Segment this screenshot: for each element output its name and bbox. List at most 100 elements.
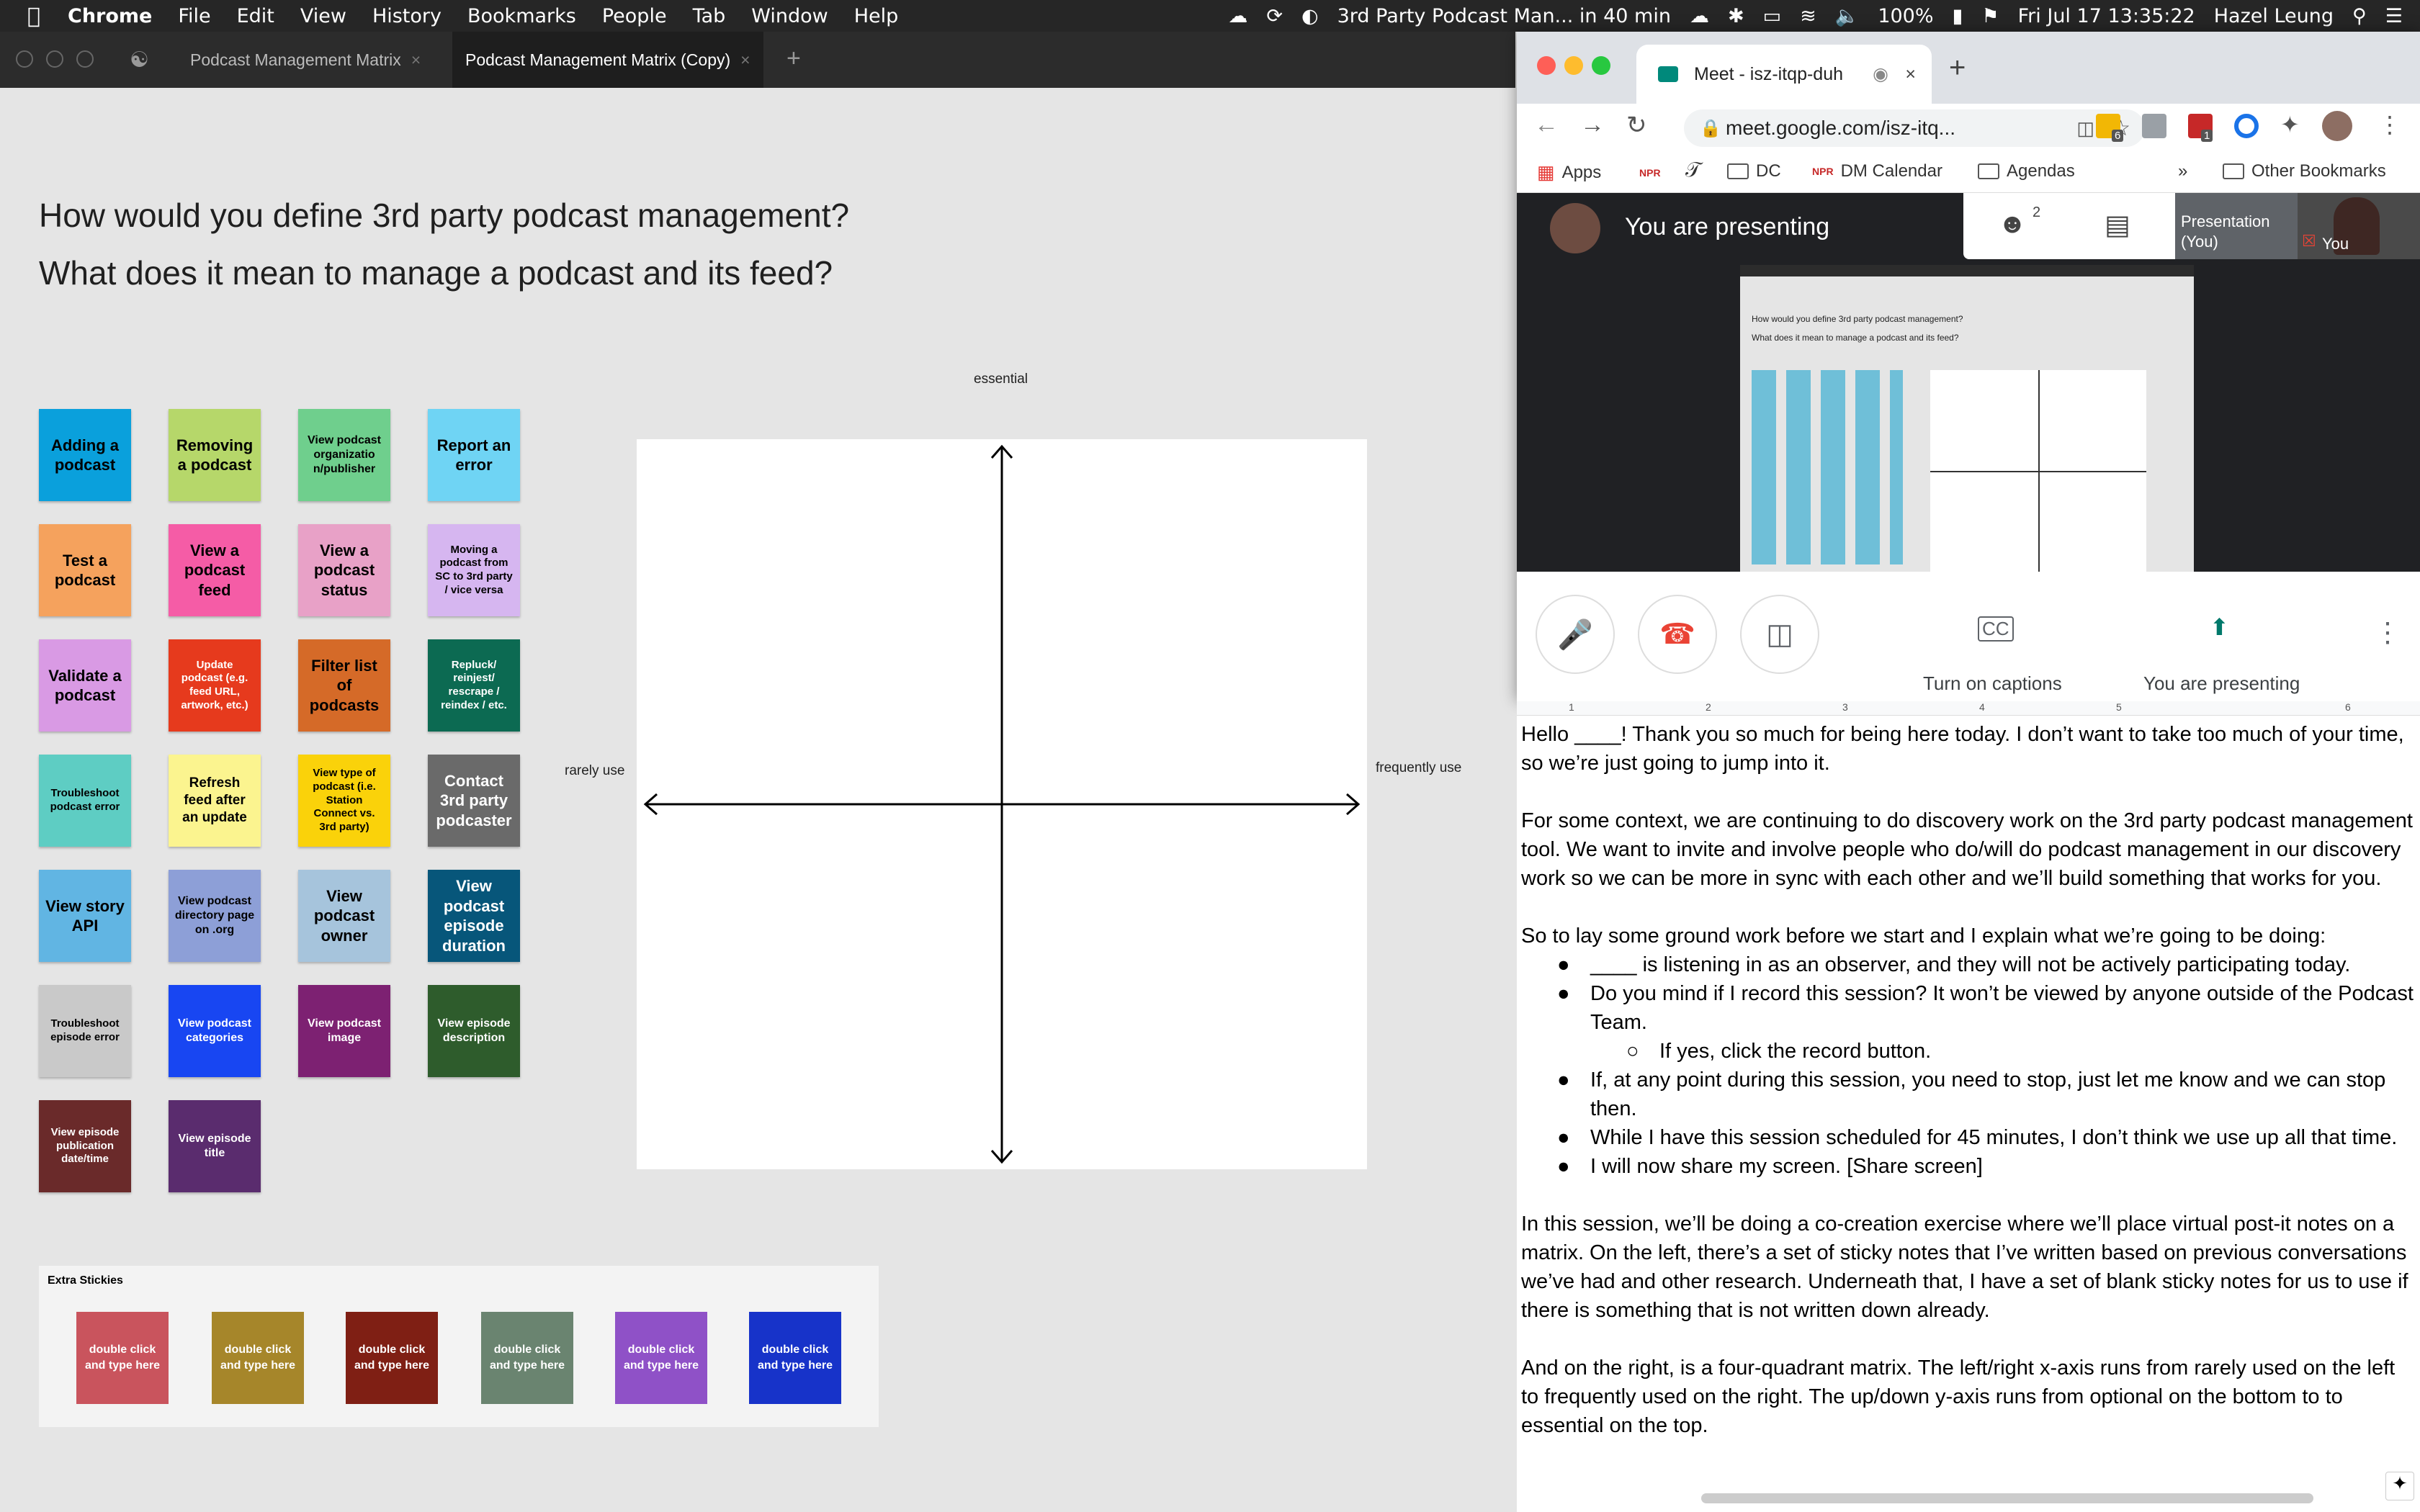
close-tab-icon[interactable]: ×: [740, 50, 750, 70]
notification-center-icon[interactable]: ☰: [2385, 5, 2403, 27]
menu-file[interactable]: File: [178, 5, 210, 27]
blank-sticky[interactable]: double click and type here: [481, 1312, 573, 1404]
sticky-note[interactable]: View story API: [39, 870, 131, 962]
menu-people[interactable]: People: [602, 5, 667, 27]
blank-sticky[interactable]: double click and type here: [615, 1312, 707, 1404]
more-options-icon[interactable]: ⋮: [2374, 616, 2401, 649]
tab-podcast-matrix-copy[interactable]: Podcast Management Matrix (Copy) ×: [452, 32, 763, 88]
app-menu-chrome[interactable]: Chrome: [68, 5, 152, 27]
sticky-note[interactable]: Repluck/ reinjest/ rescrape / reindex / …: [428, 639, 520, 732]
battery-percent[interactable]: 100%: [1878, 5, 1933, 27]
sticky-note[interactable]: Test a podcast: [39, 524, 131, 616]
self-video-tile[interactable]: ☒ You: [2298, 193, 2420, 259]
chrome-menu-icon[interactable]: ⋮: [2378, 111, 2401, 138]
sticky-note[interactable]: View podcast categories: [169, 985, 261, 1077]
menu-bookmarks[interactable]: Bookmarks: [467, 5, 576, 27]
sticky-note[interactable]: Troubleshoot podcast error: [39, 755, 131, 847]
sticky-note[interactable]: Refresh feed after an update: [169, 755, 261, 847]
spotlight-search-icon[interactable]: ⚲: [2352, 5, 2367, 27]
menu-help[interactable]: Help: [854, 5, 899, 27]
blank-sticky[interactable]: double click and type here: [346, 1312, 438, 1404]
apple-menu-icon[interactable]: : [27, 4, 40, 29]
sticky-note[interactable]: Filter list of podcasts: [298, 639, 390, 732]
blank-sticky[interactable]: double click and type here: [212, 1312, 304, 1404]
input-flag-icon[interactable]: ⚑: [1981, 5, 1999, 27]
new-tab-icon[interactable]: +: [786, 45, 801, 73]
sticky-note[interactable]: View a podcast feed: [169, 524, 261, 616]
bookmark-dm-calendar[interactable]: NPR DM Calendar: [1812, 161, 1942, 181]
presentation-tile[interactable]: Presentation (You): [2175, 193, 2298, 259]
extensions-puzzle-icon[interactable]: ✦: [2280, 111, 2300, 138]
profile-avatar[interactable]: [2322, 111, 2352, 141]
extension-circle-icon[interactable]: [2234, 114, 2259, 138]
volume-icon[interactable]: 🔈: [1835, 4, 1860, 27]
sticky-note[interactable]: View podcast episode duration: [428, 870, 520, 962]
participants-icon[interactable]: ☻: [1998, 209, 2027, 240]
sticky-note[interactable]: Adding a podcast: [39, 409, 131, 501]
close-tab-icon[interactable]: ×: [1905, 64, 1916, 85]
sticky-note[interactable]: Contact 3rd party podcaster: [428, 755, 520, 847]
sticky-note[interactable]: View episode description: [428, 985, 520, 1077]
address-bar[interactable]: 🔒 meet.google.com/isz-itq... ◫ ☆: [1684, 109, 2145, 147]
tab-meet[interactable]: Meet - isz-itqp-duh ◉ ×: [1636, 45, 1932, 104]
sticky-note[interactable]: View a podcast status: [298, 524, 390, 616]
npr-bookmark-icon[interactable]: NPR: [1639, 167, 1661, 179]
horizontal-scrollbar[interactable]: [1701, 1493, 2313, 1503]
sticky-note[interactable]: Validate a podcast: [39, 639, 131, 732]
sticky-note[interactable]: Removing a podcast: [169, 409, 261, 501]
sticky-note[interactable]: Report an error: [428, 409, 520, 501]
window-close-button[interactable]: [1537, 56, 1556, 75]
airplay-icon[interactable]: ▭: [1763, 5, 1782, 27]
sticky-note[interactable]: View episode title: [169, 1100, 261, 1192]
extension-grey-icon[interactable]: [2142, 114, 2166, 138]
bookmark-apps[interactable]: ▦ Apps: [1537, 161, 1601, 184]
figma-logo-icon[interactable]: ☯: [130, 48, 149, 73]
window-zoom-button[interactable]: [1592, 56, 1610, 75]
bluetooth-icon[interactable]: ✱: [1728, 5, 1744, 27]
bookmark-other[interactable]: Other Bookmarks: [2223, 161, 2386, 181]
sticky-note[interactable]: View podcast organizatio n/publisher: [298, 409, 390, 501]
forward-icon[interactable]: →: [1580, 111, 1605, 139]
reload-icon[interactable]: ↻: [1626, 111, 1647, 140]
sticky-note[interactable]: View episode publication date/time: [39, 1100, 131, 1192]
bookmark-agendas[interactable]: Agendas: [1978, 161, 2075, 181]
explore-icon[interactable]: ✦: [2385, 1472, 2414, 1500]
menu-view[interactable]: View: [300, 5, 346, 27]
new-tab-icon[interactable]: +: [1949, 52, 1966, 84]
tab-podcast-matrix[interactable]: Podcast Management Matrix ×: [177, 32, 434, 88]
window-close-button[interactable]: [16, 50, 33, 68]
chat-icon[interactable]: ▤: [2105, 209, 2130, 241]
camera-button[interactable]: ◫: [1740, 595, 1819, 674]
menu-tab[interactable]: Tab: [693, 5, 726, 27]
clock[interactable]: Fri Jul 17 13:35:22: [2018, 5, 2195, 27]
close-tab-icon[interactable]: ×: [411, 50, 421, 70]
back-icon[interactable]: ←: [1534, 111, 1559, 139]
bookmarks-overflow-icon[interactable]: »: [2178, 161, 2187, 181]
menu-history[interactable]: History: [372, 5, 442, 27]
sync-icon[interactable]: ⟳: [1266, 5, 1283, 27]
blank-sticky[interactable]: double click and type here: [76, 1312, 169, 1404]
presenting-button-label[interactable]: You are presenting: [2143, 672, 2300, 695]
sticky-note[interactable]: View podcast directory page on .org: [169, 870, 261, 962]
sticky-note[interactable]: View podcast owner: [298, 870, 390, 962]
captions-icon[interactable]: CC: [1978, 616, 2014, 642]
sticky-note[interactable]: Moving a podcast from SC to 3rd party / …: [428, 524, 520, 616]
document-body[interactable]: Hello ____! Thank you so much for being …: [1521, 720, 2414, 1469]
window-minimize-button[interactable]: [1564, 56, 1583, 75]
blank-sticky[interactable]: double click and type here: [749, 1312, 841, 1404]
menu-edit[interactable]: Edit: [237, 5, 274, 27]
sticky-note[interactable]: View type of podcast (i.e. Station Conne…: [298, 755, 390, 847]
menu-window[interactable]: Window: [751, 5, 828, 27]
fantastical-icon[interactable]: ◐: [1301, 5, 1319, 27]
bookmark-dc[interactable]: DC: [1727, 161, 1781, 181]
cloud-status-icon[interactable]: ☁: [1690, 5, 1709, 27]
window-minimize-button[interactable]: [46, 50, 63, 68]
quadrant-matrix[interactable]: [637, 439, 1367, 1169]
leave-call-button[interactable]: ☎: [1638, 595, 1717, 674]
sticky-note[interactable]: Troubleshoot episode error: [39, 985, 131, 1077]
meeting-reminder[interactable]: 3rd Party Podcast Man... in 40 min: [1337, 5, 1671, 27]
present-screen-icon[interactable]: ⬆: [2210, 613, 2229, 641]
wifi-icon[interactable]: ≋: [1800, 5, 1816, 27]
camera-icon[interactable]: ◫: [2076, 117, 2094, 140]
sticky-note[interactable]: Update podcast (e.g. feed URL, artwork, …: [169, 639, 261, 732]
